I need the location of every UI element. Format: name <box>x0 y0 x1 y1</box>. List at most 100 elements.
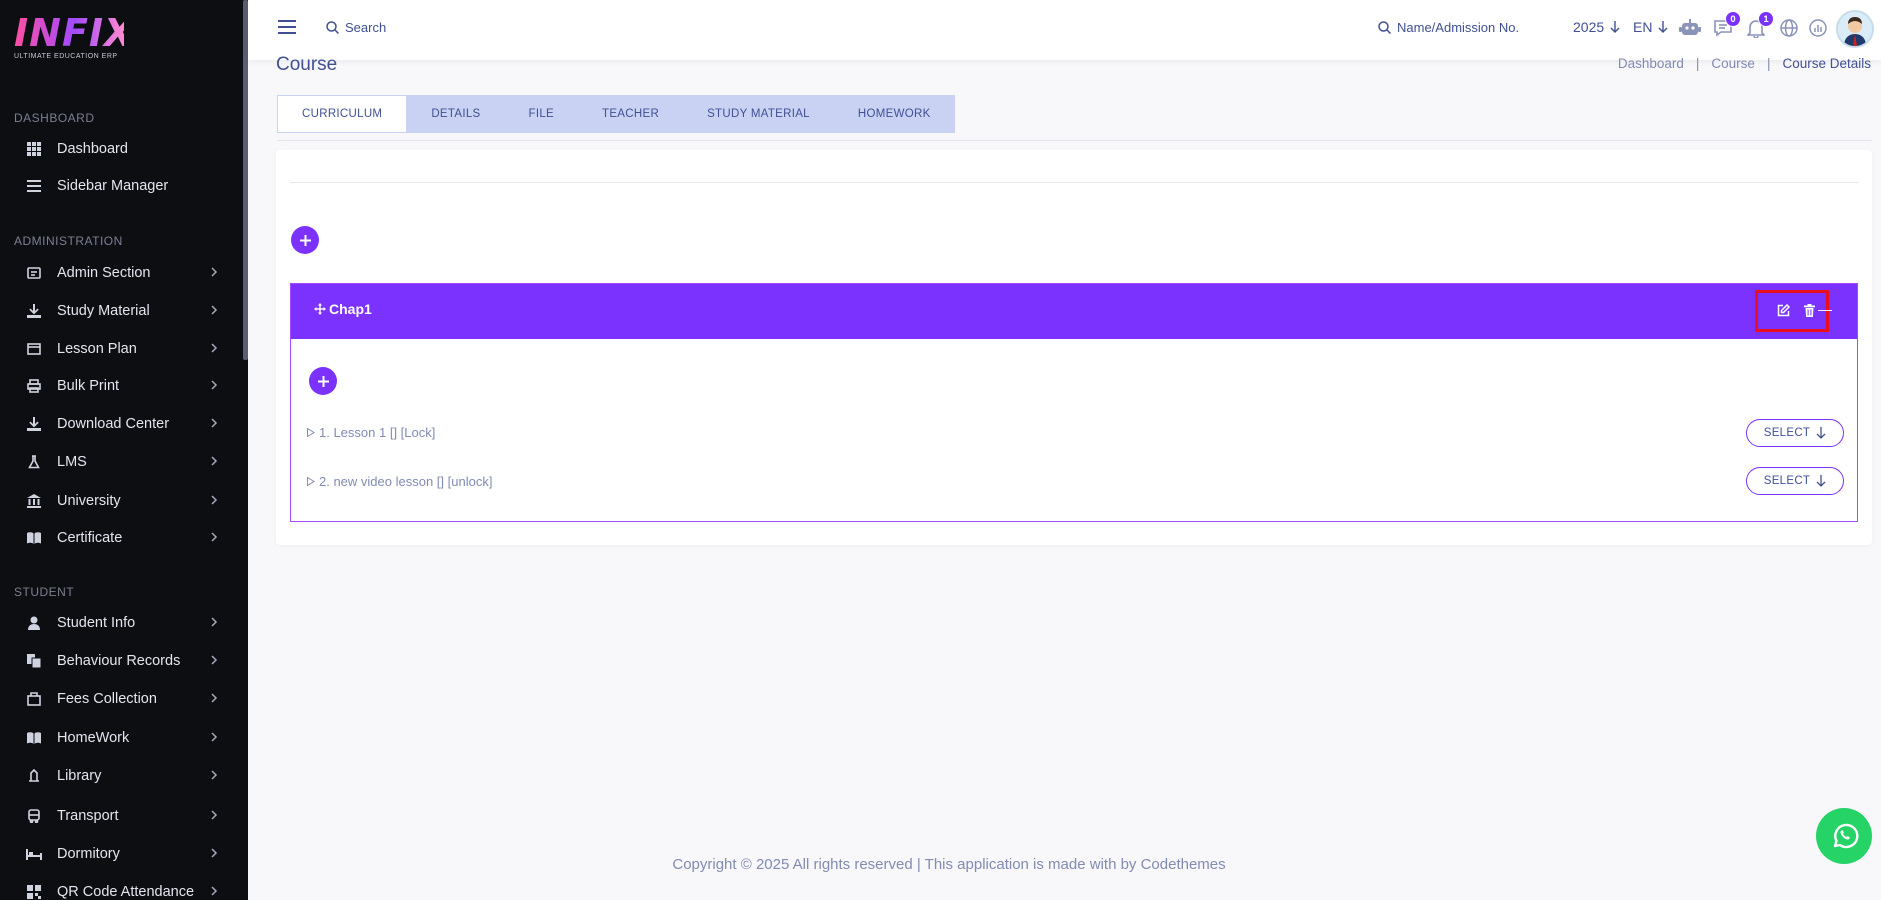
fees-icon <box>26 691 42 707</box>
edit-icon[interactable] <box>1775 302 1791 318</box>
sidebar-item-study-material[interactable]: Study Material <box>0 294 240 328</box>
chevron-right-icon <box>211 693 218 703</box>
add-chapter-button[interactable] <box>291 226 319 254</box>
page-title: Course <box>276 54 338 75</box>
tab-study-material[interactable]: STUDY MATERIAL <box>683 95 834 133</box>
lesson-select-button[interactable]: SELECT <box>1746 419 1844 447</box>
sidebar-item-university[interactable]: University <box>0 484 240 518</box>
tab-homework[interactable]: HOMEWORK <box>834 95 955 133</box>
chapter-header[interactable]: Chap1 — <box>291 284 1857 339</box>
sidebar-item-label: Dormitory <box>57 846 120 862</box>
lesson-select-button[interactable]: SELECT <box>1746 467 1844 495</box>
chevron-right-icon <box>211 655 218 665</box>
search-icon <box>1378 21 1391 34</box>
reports-icon[interactable] <box>1806 16 1830 40</box>
academic-year-select[interactable]: 2025 <box>1573 19 1620 35</box>
chevron-right-icon <box>211 617 218 627</box>
language-select[interactable]: EN <box>1633 19 1668 35</box>
breadcrumb-course[interactable]: Course <box>1711 56 1755 71</box>
messages-icon[interactable]: 0 <box>1711 11 1741 40</box>
sidebar-item-sidebar-manager[interactable]: Sidebar Manager <box>0 169 240 203</box>
breadcrumb-dashboard[interactable]: Dashboard <box>1618 56 1684 71</box>
sidebar-item-dashboard[interactable]: Dashboard <box>0 132 240 166</box>
student-search[interactable]: Name/Admission No. <box>1378 20 1519 35</box>
download-icon <box>26 303 42 319</box>
sidebar-item-label: Fees Collection <box>57 691 157 707</box>
language-value: EN <box>1633 19 1653 35</box>
year-value: 2025 <box>1573 19 1605 35</box>
sidebar-item-label: Transport <box>57 808 119 824</box>
app-logo[interactable]: INFIX ULTIMATE EDUCATION ERP <box>14 11 135 64</box>
chevron-right-icon <box>211 732 218 742</box>
logo-text: INFIX <box>14 11 135 55</box>
curriculum-card: Chap1 — 1. Lesson 1 [] [Lock] SELECT 2. … <box>276 150 1872 545</box>
chevron-right-icon <box>211 267 218 277</box>
sidebar-item-certificate[interactable]: Certificate <box>0 521 240 555</box>
lesson-item[interactable]: 1. Lesson 1 [] [Lock] <box>307 425 435 440</box>
sidebar-item-lesson-plan[interactable]: Lesson Plan <box>0 332 240 366</box>
lesson-item[interactable]: 2. new video lesson [] [unlock] <box>307 474 492 489</box>
whatsapp-chat-button[interactable] <box>1816 808 1872 864</box>
search-label: Search <box>345 20 387 35</box>
user-avatar[interactable] <box>1836 10 1874 48</box>
triangle-right-icon <box>307 428 315 437</box>
card-divider <box>290 182 1858 183</box>
sidebar-item-download-center[interactable]: Download Center <box>0 407 240 441</box>
sidebar-item-label: Sidebar Manager <box>57 178 169 194</box>
tab-file[interactable]: FILE <box>505 95 579 133</box>
tab-curriculum[interactable]: CURRICULUM <box>277 95 408 133</box>
top-header: Search Name/Admission No. 2025 EN 0 1 <box>248 0 1881 60</box>
sidebar-item-label: LMS <box>57 454 87 470</box>
sidebar-item-admin-section[interactable]: Admin Section <box>0 256 240 290</box>
library-icon <box>26 768 42 784</box>
student-search-label: Name/Admission No. <box>1397 20 1520 35</box>
sidebar-item-bulk-print[interactable]: Bulk Print <box>0 369 240 403</box>
plus-icon <box>317 375 329 387</box>
plus-icon <box>299 234 311 246</box>
chapter-title: Chap1 <box>314 301 372 317</box>
sidebar-item-label: Download Center <box>57 416 170 432</box>
sidebar-item-dormitory[interactable]: Dormitory <box>0 837 240 871</box>
chevron-right-icon <box>211 305 218 315</box>
logo-subtitle: ULTIMATE EDUCATION ERP <box>14 53 118 60</box>
course-tabs: CURRICULUM DETAILS FILE TEACHER STUDY MA… <box>277 95 955 133</box>
sidebar-item-lms[interactable]: LMS <box>0 445 240 479</box>
lesson-icon <box>26 341 42 357</box>
sidebar-item-behaviour-records[interactable]: Behaviour Records <box>0 644 240 678</box>
admin-icon <box>26 265 42 281</box>
chevron-right-icon <box>211 810 218 820</box>
sidebar-item-label: Bulk Print <box>57 378 120 394</box>
printer-icon <box>26 378 42 394</box>
breadcrumb-course-details: Course Details <box>1782 56 1871 71</box>
sidebar-item-transport[interactable]: Transport <box>0 799 240 833</box>
sidebar-item-label: Lesson Plan <box>57 341 137 357</box>
qr-icon <box>26 884 42 900</box>
book-icon <box>26 730 42 746</box>
triangle-right-icon <box>307 477 315 486</box>
menu-toggle-icon[interactable] <box>278 19 296 37</box>
section-label-dashboard: DASHBOARD <box>14 111 95 125</box>
sidebar-item-library[interactable]: Library <box>0 759 240 793</box>
tab-details[interactable]: DETAILS <box>407 95 504 133</box>
sidebar-item-homework[interactable]: HomeWork <box>0 721 240 755</box>
arrow-down-icon <box>1610 21 1620 33</box>
chevron-right-icon <box>211 886 218 896</box>
tab-teacher[interactable]: TEACHER <box>578 95 683 133</box>
chevron-right-icon <box>211 343 218 353</box>
drag-move-icon[interactable] <box>314 303 326 315</box>
globe-icon[interactable] <box>1777 16 1801 40</box>
delete-icon[interactable] <box>1801 302 1817 318</box>
chapter-name: Chap1 <box>329 301 372 317</box>
sidebar-item-student-info[interactable]: Student Info <box>0 606 240 640</box>
add-lesson-button[interactable] <box>309 367 337 395</box>
notifications-icon[interactable]: 1 <box>1744 11 1774 40</box>
sidebar-item-qr-code-attendance[interactable]: QR Code Attendance <box>0 875 240 900</box>
records-icon <box>26 653 42 669</box>
collapse-button[interactable]: — <box>1817 301 1833 317</box>
ai-robot-icon[interactable] <box>1678 16 1702 40</box>
sidebar-item-label: University <box>57 493 121 509</box>
sidebar-item-label: Admin Section <box>57 265 151 281</box>
sidebar-item-fees-collection[interactable]: Fees Collection <box>0 682 240 716</box>
global-search[interactable]: Search <box>326 20 386 35</box>
breadcrumb-separator: | <box>1695 56 1700 71</box>
